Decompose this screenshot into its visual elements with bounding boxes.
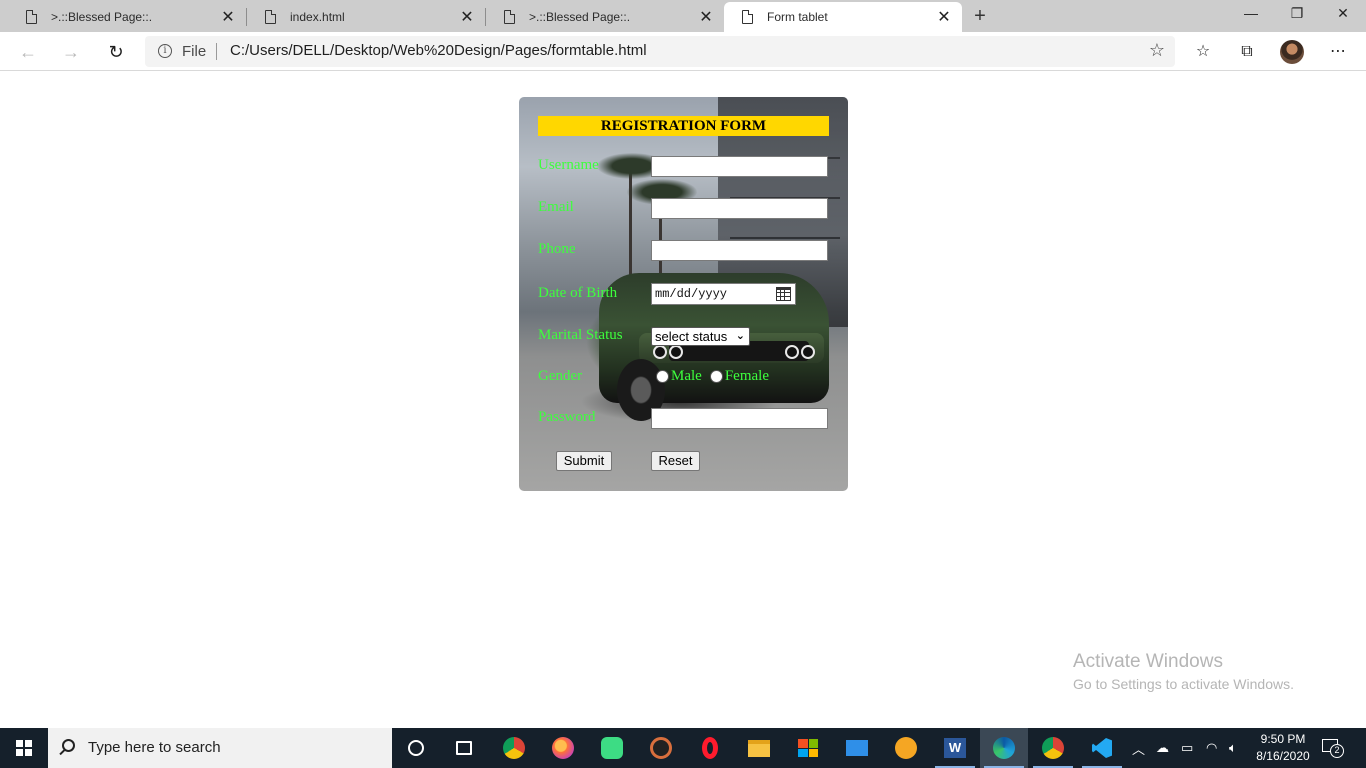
marital-status-select[interactable]: select status ⌄	[651, 327, 750, 346]
taskbar: Type here to search W ︿ ☁ ▭ ◠ 🔈︎ 9:50 PM…	[0, 728, 1366, 768]
notification-count: 2	[1330, 744, 1344, 758]
password-label: Password	[538, 409, 596, 425]
phone-input[interactable]	[651, 240, 828, 261]
file-explorer-icon[interactable]	[735, 728, 783, 768]
forward-icon[interactable]: →	[58, 39, 84, 65]
gender-radio-group: Male Female	[656, 368, 777, 385]
taskbar-search[interactable]: Type here to search	[48, 728, 392, 768]
new-tab-button[interactable]: +	[968, 4, 992, 28]
clock-time: 9:50 PM	[1260, 732, 1306, 746]
url-text[interactable]: C:/Users/DELL/Desktop/Web%20Design/Pages…	[230, 42, 647, 59]
mail-icon[interactable]	[833, 728, 881, 768]
start-button[interactable]	[0, 728, 48, 768]
cortana-icon[interactable]	[392, 728, 440, 768]
address-divider	[216, 43, 217, 60]
profile-avatar[interactable]	[1280, 40, 1304, 64]
gender-female-label[interactable]: Female	[725, 368, 769, 385]
vscode-icon[interactable]	[1078, 728, 1126, 768]
back-icon[interactable]: ←	[15, 39, 41, 65]
brave-icon[interactable]	[882, 728, 930, 768]
page-icon	[265, 10, 276, 24]
more-icon[interactable]: ⋯	[1326, 40, 1350, 64]
restore-button[interactable]: ❐	[1274, 0, 1320, 30]
clock-date: 8/16/2020	[1256, 749, 1310, 763]
taskbar-clock[interactable]: 9:50 PM 8/16/2020	[1252, 731, 1314, 765]
chrome-icon[interactable]	[490, 728, 538, 768]
password-input[interactable]	[651, 408, 828, 429]
activate-windows-subtitle: Go to Settings to activate Windows.	[1073, 676, 1294, 692]
info-icon[interactable]: i	[158, 44, 172, 58]
chrome-profile-icon[interactable]	[1029, 728, 1077, 768]
tab-strip: >.::Blessed Page::. ✕ index.html ✕ >.::B…	[0, 0, 1366, 32]
tab-form-tablet[interactable]: Form tablet ✕	[724, 2, 962, 32]
marital-status-label: Marital Status	[538, 327, 623, 343]
submit-button[interactable]: Submit	[556, 451, 612, 471]
dob-date-input[interactable]: mm/dd/yyyy	[651, 283, 796, 305]
media-player-icon[interactable]	[637, 728, 685, 768]
username-label: Username	[538, 157, 599, 173]
word-icon[interactable]: W	[931, 728, 979, 768]
opera-icon[interactable]	[686, 728, 734, 768]
chevron-up-icon[interactable]: ︿	[1132, 728, 1145, 768]
windows-logo-icon	[16, 740, 32, 756]
favorites-icon[interactable]: ☆	[1191, 40, 1215, 64]
close-window-button[interactable]: ✕	[1320, 0, 1366, 30]
address-bar[interactable]: i File C:/Users/DELL/Desktop/Web%20Desig…	[145, 36, 1175, 67]
firefox-icon[interactable]	[539, 728, 587, 768]
task-view-icon[interactable]	[440, 728, 488, 768]
battery-icon[interactable]: ▭	[1181, 728, 1193, 768]
page-icon	[742, 10, 753, 24]
app-window: >.::Blessed Page::. ✕ index.html ✕ >.::B…	[0, 0, 1366, 768]
tab-index-html[interactable]: index.html ✕	[247, 2, 485, 32]
edge-icon[interactable]	[980, 728, 1028, 768]
tab-close-icon[interactable]: ✕	[220, 7, 236, 27]
gender-label: Gender	[538, 368, 583, 384]
onedrive-icon[interactable]: ☁	[1156, 728, 1169, 768]
notification-center-icon[interactable]: 2	[1320, 737, 1344, 758]
browser-toolbar: ← → ↻ i File C:/Users/DELL/Desktop/Web%2…	[0, 32, 1366, 71]
registration-form: REGISTRATION FORM Username Email Phone D…	[519, 97, 848, 491]
tab-title: Form tablet	[767, 10, 828, 24]
form-title: REGISTRATION FORM	[538, 116, 829, 136]
refresh-icon[interactable]: ↻	[103, 39, 129, 65]
calendar-icon[interactable]	[776, 287, 791, 301]
microsoft-store-icon[interactable]	[784, 728, 832, 768]
gender-male-label[interactable]: Male	[671, 368, 702, 385]
collections-icon[interactable]: ⧉	[1235, 40, 1259, 64]
volume-icon[interactable]: 🔈︎	[1229, 728, 1237, 768]
gender-male-radio[interactable]	[656, 370, 669, 383]
tab-close-icon[interactable]: ✕	[936, 7, 952, 27]
dob-placeholder: mm/dd/yyyy	[655, 287, 728, 301]
star-icon[interactable]: ☆	[1149, 40, 1165, 61]
android-app-icon[interactable]	[588, 728, 636, 768]
reset-button[interactable]: Reset	[651, 451, 700, 471]
tab-blessed-page-2[interactable]: >.::Blessed Page::. ✕	[486, 2, 724, 32]
email-label: Email	[538, 199, 574, 215]
chevron-down-icon: ⌄	[735, 330, 745, 342]
dob-label: Date of Birth	[538, 285, 618, 301]
phone-label: Phone	[538, 241, 576, 257]
search-placeholder: Type here to search	[88, 739, 221, 756]
tab-title: >.::Blessed Page::.	[529, 10, 631, 24]
page-icon	[504, 10, 515, 24]
tab-close-icon[interactable]: ✕	[698, 7, 714, 27]
email-input[interactable]	[651, 198, 828, 219]
scheme-label: File	[182, 43, 207, 60]
tab-blessed-page-1[interactable]: >.::Blessed Page::. ✕	[8, 2, 246, 32]
tab-title: >.::Blessed Page::.	[51, 10, 153, 24]
gender-female-radio[interactable]	[709, 370, 723, 383]
tab-close-icon[interactable]: ✕	[459, 7, 475, 27]
activate-windows-title: Activate Windows	[1073, 651, 1223, 672]
username-input[interactable]	[651, 156, 828, 177]
minimize-button[interactable]: —	[1228, 0, 1274, 30]
page-icon	[26, 10, 37, 24]
tab-title: index.html	[290, 10, 345, 24]
search-icon	[62, 739, 75, 752]
wifi-icon[interactable]: ◠	[1206, 728, 1217, 768]
marital-status-value: select status	[655, 329, 728, 344]
